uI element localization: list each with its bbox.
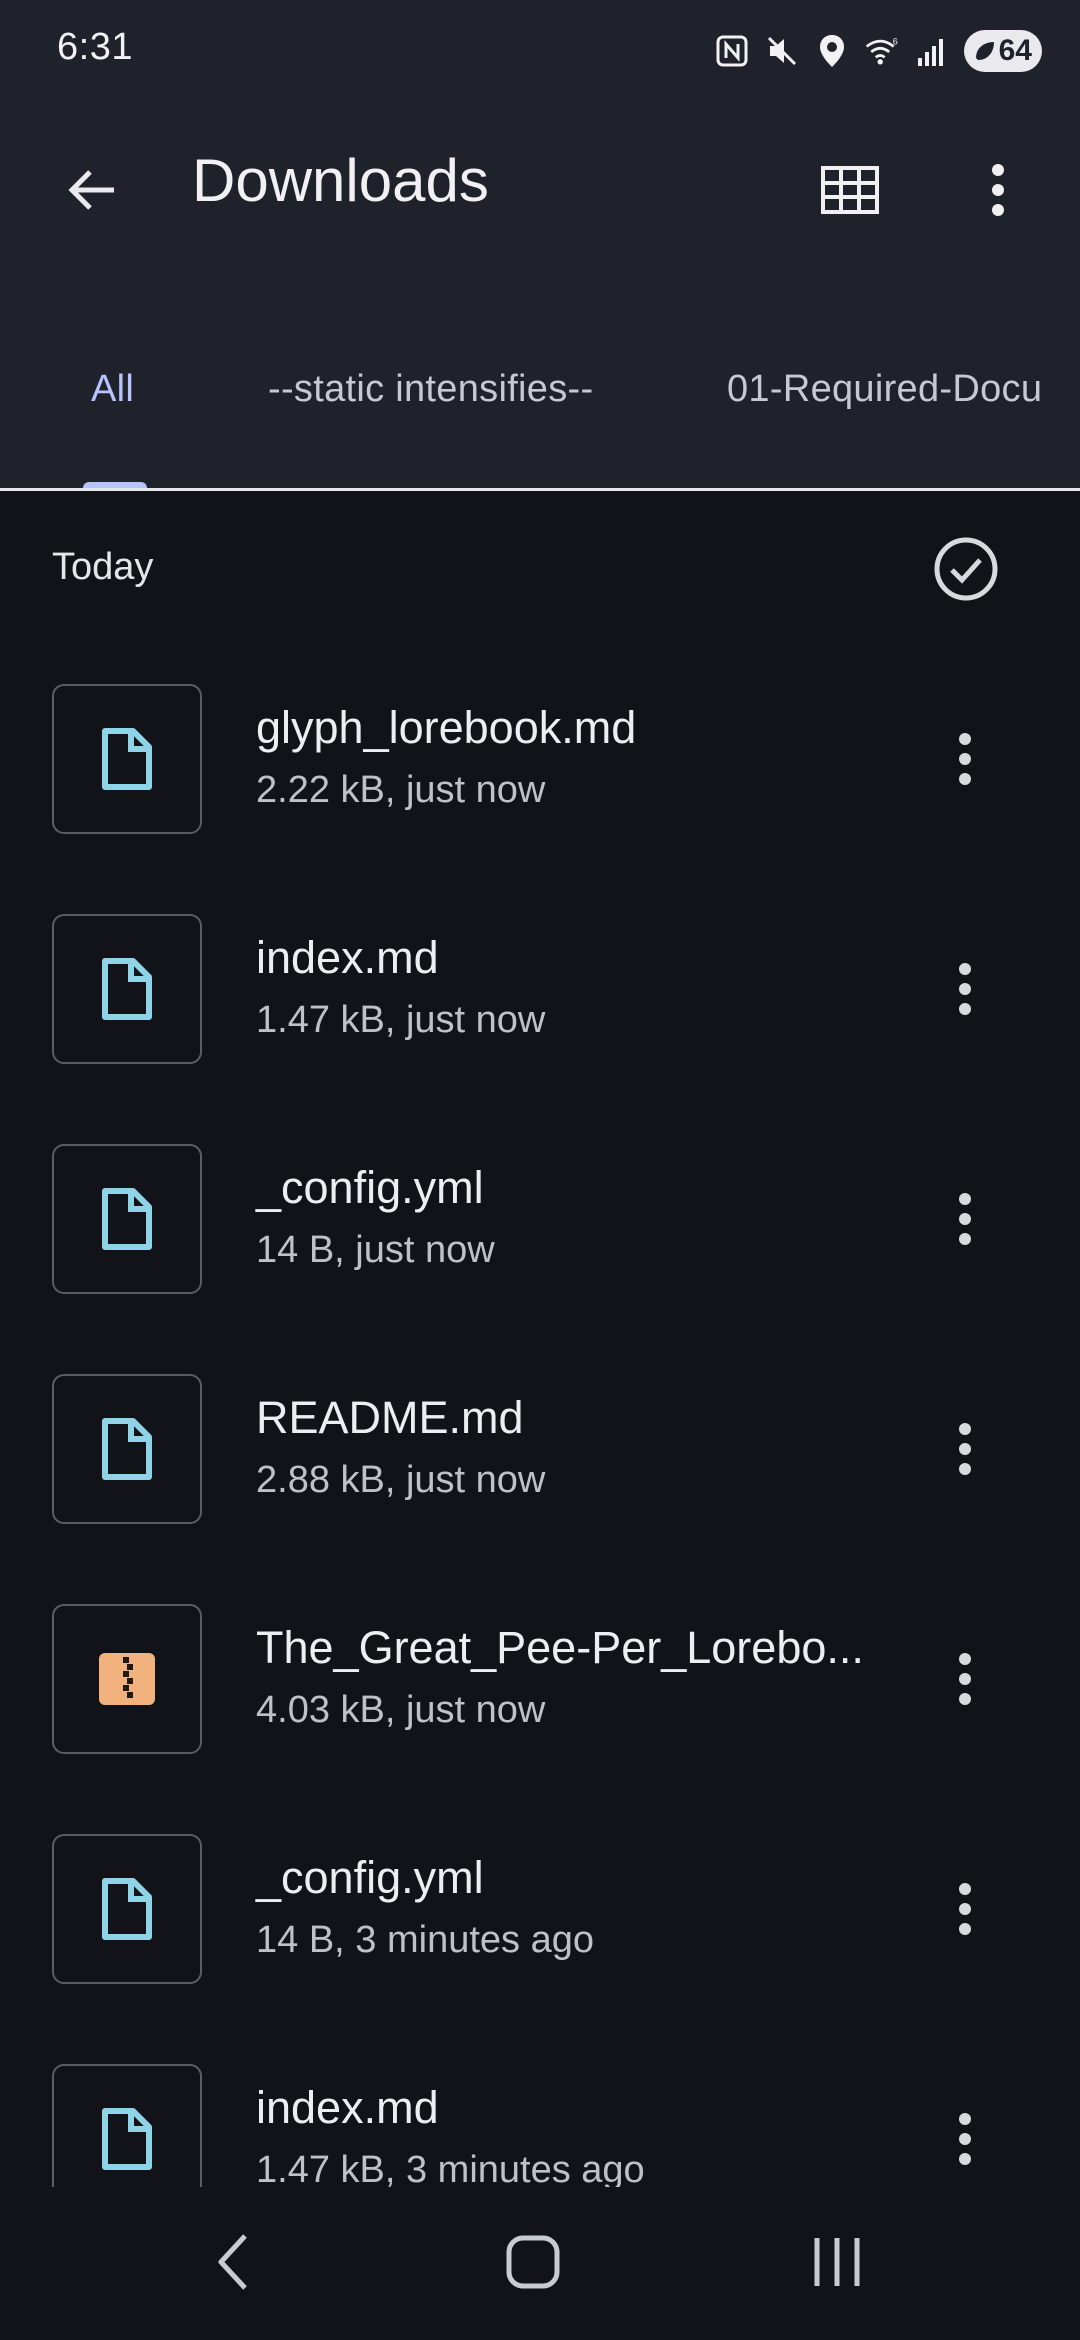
more-vert-icon [959, 733, 971, 785]
select-all-button[interactable] [926, 529, 1006, 609]
file-thumbnail [52, 2064, 202, 2187]
arrow-left-icon [68, 170, 114, 210]
nav-recents-icon [814, 2238, 860, 2286]
filter-tabs: All --static intensifies-- 01-Required-D… [0, 330, 1080, 488]
section-title: Today [52, 546, 154, 588]
more-vert-icon [959, 1883, 971, 1935]
file-meta: 1.47 kB, just now [256, 999, 546, 1041]
signal-icon [914, 31, 950, 71]
file-row[interactable]: The_Great_Pee-Per_Lorebo... 4.03 kB, jus… [0, 1604, 1080, 1834]
more-vert-icon [959, 963, 971, 1015]
file-menu-button[interactable] [925, 1869, 1005, 1949]
top-area: 6:31 6 64 Downloads All --static intensi… [0, 0, 1080, 491]
file-name: _config.yml [256, 1852, 484, 1903]
file-thumbnail [52, 1374, 202, 1524]
nav-back-button[interactable] [183, 2222, 283, 2302]
battery-indicator: 64 [964, 30, 1042, 72]
page-title: Downloads [192, 147, 489, 214]
status-time: 6:31 [57, 26, 133, 68]
more-vert-icon [959, 1193, 971, 1245]
file-row[interactable]: glyph_lorebook.md 2.22 kB, just now [0, 684, 1080, 914]
file-thumbnail [52, 1144, 202, 1294]
document-icon [102, 958, 152, 1020]
nav-back-icon [218, 2234, 247, 2290]
status-icons: 6 64 [714, 28, 1042, 74]
file-row[interactable]: README.md 2.88 kB, just now [0, 1374, 1080, 1604]
file-thumbnail [52, 1604, 202, 1754]
file-thumbnail [52, 1834, 202, 1984]
file-meta: 2.88 kB, just now [256, 1459, 546, 1501]
document-icon [102, 1878, 152, 1940]
file-meta: 14 B, just now [256, 1229, 495, 1271]
file-meta: 1.47 kB, 3 minutes ago [256, 2149, 645, 2187]
file-name: index.md [256, 932, 439, 983]
app-bar: Downloads [0, 100, 1080, 270]
file-row[interactable]: _config.yml 14 B, 3 minutes ago [0, 1834, 1080, 2064]
file-row[interactable]: _config.yml 14 B, just now [0, 1144, 1080, 1374]
more-vert-icon [959, 2113, 971, 2165]
file-meta: 14 B, 3 minutes ago [256, 1919, 594, 1961]
document-icon [102, 1418, 152, 1480]
file-name: README.md [256, 1392, 524, 1443]
file-menu-button[interactable] [925, 2099, 1005, 2179]
file-name: index.md [256, 2082, 439, 2133]
battery-saver-icon [972, 38, 998, 72]
tab-static-intensifies[interactable]: --static intensifies-- [268, 368, 593, 411]
nav-home-button[interactable] [483, 2222, 583, 2302]
zip-archive-icon [99, 1653, 155, 1705]
file-row[interactable]: index.md 1.47 kB, just now [0, 914, 1080, 1144]
grid-view-icon [821, 166, 879, 214]
grid-view-button[interactable] [810, 150, 890, 230]
battery-level: 64 [998, 34, 1032, 67]
wifi-6-icon: 6 [864, 31, 900, 71]
file-menu-button[interactable] [925, 1179, 1005, 1259]
status-bar: 6:31 6 64 [0, 0, 1080, 100]
more-options-button[interactable] [958, 150, 1038, 230]
nav-home-icon [506, 2235, 560, 2289]
file-name: glyph_lorebook.md [256, 702, 637, 753]
tab-required-documents[interactable]: 01-Required-Docu [727, 368, 1042, 411]
file-row[interactable]: index.md 1.47 kB, 3 minutes ago [0, 2064, 1080, 2187]
document-icon [102, 728, 152, 790]
file-name: The_Great_Pee-Per_Lorebo... [256, 1622, 864, 1673]
file-menu-button[interactable] [925, 719, 1005, 799]
file-menu-button[interactable] [925, 949, 1005, 1029]
location-icon [814, 31, 850, 71]
document-icon [102, 1188, 152, 1250]
system-nav-bar [0, 2187, 1080, 2340]
mute-icon [764, 31, 800, 71]
back-button[interactable] [52, 150, 132, 230]
nav-recents-button[interactable] [787, 2222, 887, 2302]
file-menu-button[interactable] [925, 1639, 1005, 1719]
more-vert-icon [992, 164, 1004, 216]
more-vert-icon [959, 1423, 971, 1475]
check-circle-icon [934, 537, 998, 601]
file-thumbnail [52, 914, 202, 1064]
svg-text:6: 6 [893, 37, 898, 47]
file-name: _config.yml [256, 1162, 484, 1213]
file-meta: 2.22 kB, just now [256, 769, 546, 811]
file-thumbnail [52, 684, 202, 834]
file-list-area[interactable]: Today glyph_lorebook.md 2.22 kB, just no… [0, 491, 1080, 2187]
file-meta: 4.03 kB, just now [256, 1689, 546, 1731]
more-vert-icon [959, 1653, 971, 1705]
tab-all[interactable]: All [91, 368, 134, 411]
nfc-icon [714, 31, 750, 71]
file-menu-button[interactable] [925, 1409, 1005, 1489]
document-icon [102, 2108, 152, 2170]
